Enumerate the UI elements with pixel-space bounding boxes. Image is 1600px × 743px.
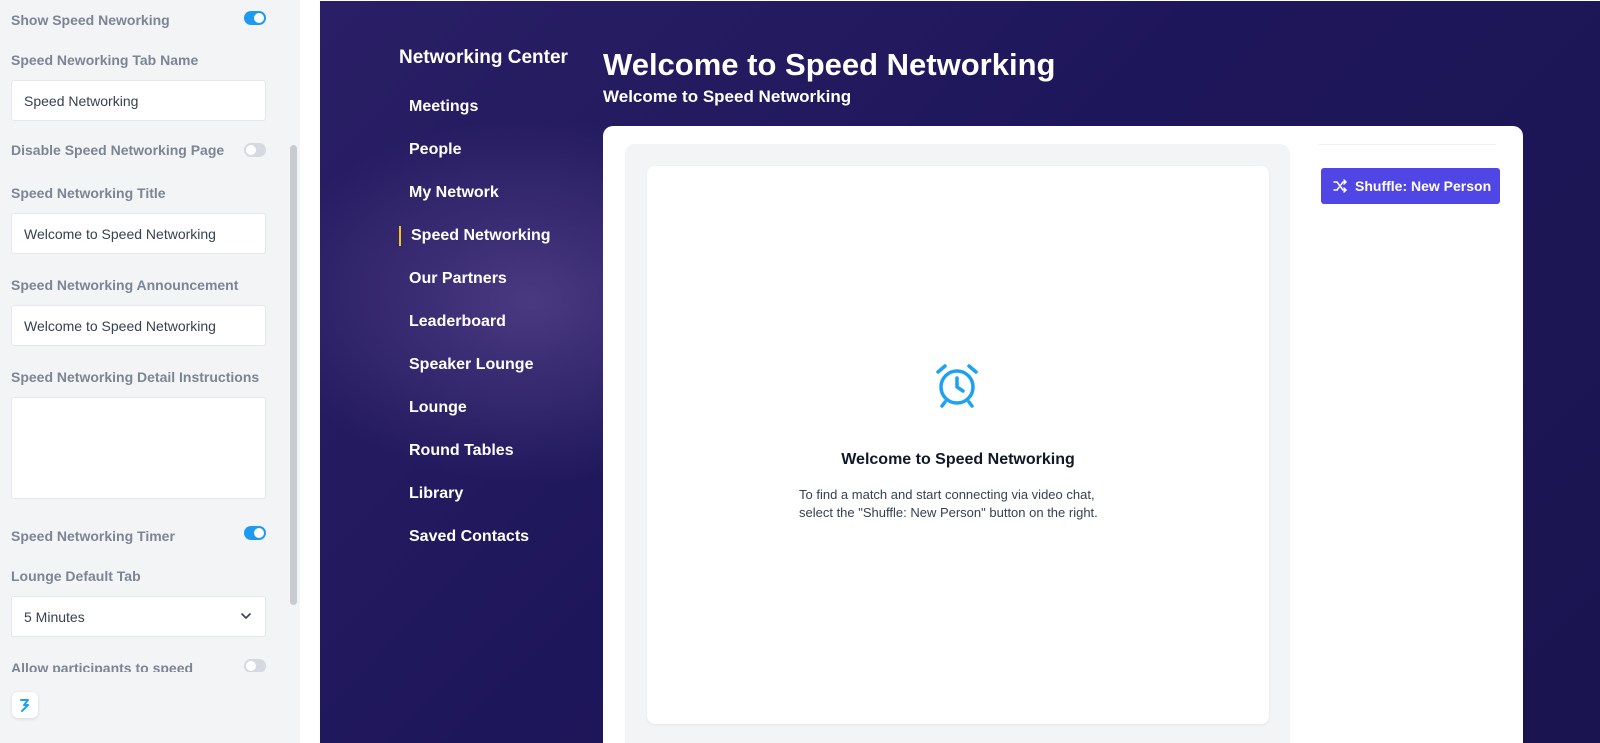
toggle-knob	[254, 13, 264, 23]
toggle-knob	[246, 145, 256, 155]
nav-item-our-partners[interactable]: Our Partners	[409, 270, 507, 288]
announcement-label: Speed Networking Announcement	[11, 277, 239, 293]
page-title: Welcome to Speed Networking	[603, 47, 1056, 82]
nav-item-library[interactable]: Library	[409, 485, 463, 503]
nav-item-leaderboard[interactable]: Leaderboard	[409, 313, 506, 331]
brand-logo-mark	[20, 699, 29, 712]
page-announcement: Welcome to Speed Networking	[603, 87, 852, 106]
video-placeholder: Welcome to Speed Networking To find a ma…	[647, 166, 1269, 724]
chevron-down-icon	[241, 613, 251, 619]
detail-instructions-label: Speed Networking Detail Instructions	[11, 369, 260, 385]
brand-logo-icon[interactable]	[12, 692, 38, 718]
nav-item-lounge[interactable]: Lounge	[409, 399, 467, 417]
nav-item-meetings[interactable]: Meetings	[409, 98, 478, 116]
side-divider	[1318, 144, 1496, 145]
title-input[interactable]: Welcome to Speed Networking	[11, 213, 266, 254]
preview-area: Networking Center Meetings People My Net…	[320, 1, 1600, 743]
video-heading: Welcome to Speed Networking	[841, 451, 1075, 468]
lounge-default-tab-label: Lounge Default Tab	[11, 568, 141, 584]
disable-page-toggle[interactable]	[244, 143, 266, 157]
allow-participants-toggle[interactable]	[244, 659, 266, 673]
title-label: Speed Networking Title	[11, 185, 166, 201]
nav-item-round-tables[interactable]: Round Tables	[409, 442, 514, 460]
detail-instructions-textarea[interactable]	[11, 397, 266, 499]
lounge-default-tab-value: 5 Minutes	[24, 608, 85, 625]
video-instructions: To find a match and start connecting via…	[799, 486, 1129, 522]
settings-panel: Show Speed Neworking Speed Neworking Tab…	[0, 0, 300, 743]
lounge-default-tab-select[interactable]: 5 Minutes	[11, 596, 266, 637]
tab-name-label: Speed Neworking Tab Name	[11, 52, 199, 68]
nav-item-speed-networking[interactable]: Speed Networking	[411, 227, 551, 245]
shuffle-new-person-button[interactable]: Shuffle: New Person	[1321, 168, 1500, 204]
show-speed-networking-toggle[interactable]	[244, 11, 266, 25]
nav-item-saved-contacts[interactable]: Saved Contacts	[409, 528, 529, 546]
settings-scrollbar[interactable]	[290, 145, 297, 605]
video-instructions-line-1: To find a match and start connecting via…	[799, 487, 1095, 502]
timer-toggle[interactable]	[244, 526, 266, 540]
video-panel: Welcome to Speed Networking To find a ma…	[625, 144, 1290, 743]
tab-name-input[interactable]: Speed Networking	[11, 80, 266, 121]
settings-footer	[0, 672, 300, 743]
toggle-knob	[246, 661, 256, 671]
show-speed-networking-label: Show Speed Neworking	[11, 12, 170, 28]
nav-title: Networking Center	[399, 47, 568, 68]
panel-divider	[300, 0, 320, 743]
nav-item-speaker-lounge[interactable]: Speaker Lounge	[409, 356, 533, 374]
disable-page-label: Disable Speed Networking Page	[11, 142, 225, 158]
nav-item-people[interactable]: People	[409, 141, 461, 159]
toggle-knob	[254, 528, 264, 538]
shuffle-icon	[1333, 179, 1347, 193]
active-indicator	[399, 226, 401, 246]
speed-networking-card: Welcome to Speed Networking To find a ma…	[603, 126, 1523, 743]
announcement-input[interactable]: Welcome to Speed Networking	[11, 305, 266, 346]
timer-label: Speed Networking Timer	[11, 528, 175, 544]
video-instructions-line-2: select the "Shuffle: New Person" button …	[799, 505, 1098, 520]
alarm-clock-icon	[936, 364, 978, 408]
shuffle-button-label: Shuffle: New Person	[1355, 178, 1492, 194]
nav-item-my-network[interactable]: My Network	[409, 184, 499, 202]
